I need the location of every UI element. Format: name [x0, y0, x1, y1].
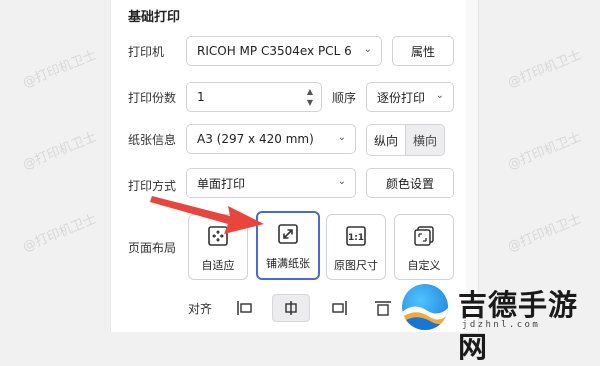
print-mode-value: 单面打印	[197, 176, 246, 191]
chevron-down-icon: ⌄	[337, 176, 346, 187]
orientation-toggle: 纵向 横向	[366, 124, 445, 156]
section-title: 基础打印	[128, 10, 181, 25]
align-top-button[interactable]	[364, 294, 402, 322]
align-top-icon	[375, 301, 391, 316]
layout-label: 页面布局	[128, 241, 177, 255]
align-left-button[interactable]	[226, 294, 264, 322]
layout-option-label: 原图尺寸	[334, 259, 378, 272]
copies-label: 打印份数	[128, 91, 177, 105]
align-right-icon	[332, 301, 347, 315]
order-value: 逐份打印	[377, 90, 426, 105]
layout-option-original-size[interactable]: 1:1 原图尺寸	[326, 214, 386, 280]
chevron-down-icon: ⌄	[363, 44, 372, 55]
copies-stepper[interactable]: 1 ▲ ▼	[186, 82, 322, 112]
printer-value: RICOH MP C3504ex PCL 6	[197, 44, 352, 58]
landscape-button[interactable]: 横向	[405, 125, 444, 155]
color-settings-button[interactable]: 颜色设置	[366, 168, 454, 198]
logo-wave-icon	[402, 284, 448, 330]
printer-label: 打印机	[128, 45, 165, 59]
expand-icon	[278, 224, 298, 244]
order-select[interactable]: 逐份打印 ⌄	[366, 82, 454, 112]
paper-label: 纸张信息	[128, 133, 177, 147]
annotation-arrow-icon	[150, 196, 264, 234]
custom-icon	[414, 226, 434, 246]
align-left-icon	[237, 301, 252, 315]
site-logo: 吉德手游网 jdzhnl.com	[398, 284, 600, 364]
layout-option-label: 铺满纸张	[266, 257, 310, 270]
align-center-button[interactable]	[272, 294, 310, 322]
align-center-icon	[285, 301, 297, 315]
layout-option-label: 自定义	[407, 259, 441, 272]
svg-text:1:1: 1:1	[348, 233, 364, 243]
align-right-button[interactable]	[320, 294, 358, 322]
paper-value: A3 (297 x 420 mm)	[197, 132, 314, 146]
stepper-arrows-icon[interactable]: ▲ ▼	[307, 86, 313, 108]
paper-select[interactable]: A3 (297 x 420 mm) ⌄	[186, 124, 356, 154]
logo-url: jdzhnl.com	[462, 320, 541, 330]
layout-option-label: 自适应	[201, 259, 235, 272]
original-size-icon: 1:1	[346, 226, 366, 246]
layout-option-custom[interactable]: 自定义	[394, 214, 454, 280]
copies-value: 1	[197, 90, 205, 104]
printer-select[interactable]: RICOH MP C3504ex PCL 6 ⌄	[186, 36, 382, 66]
chevron-down-icon: ⌄	[337, 132, 346, 143]
portrait-button[interactable]: 纵向	[367, 125, 405, 155]
left-gutter	[0, 0, 110, 332]
order-label: 顺序	[332, 91, 357, 105]
alignment-label: 对齐	[188, 302, 213, 316]
properties-button[interactable]: 属性	[392, 36, 454, 66]
chevron-down-icon: ⌄	[435, 90, 444, 101]
